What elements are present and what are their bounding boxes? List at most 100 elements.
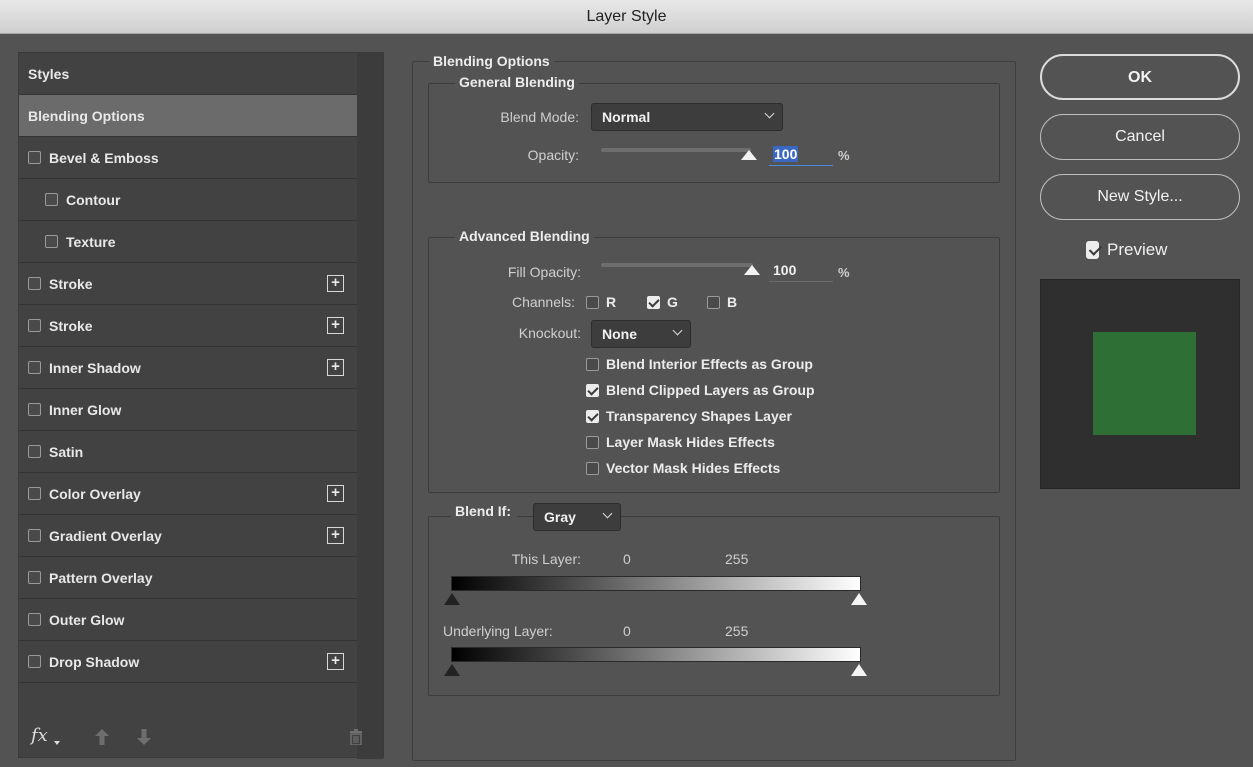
trash-icon[interactable]	[349, 729, 363, 745]
option-checkbox[interactable]: Blend Clipped Layers as Group	[586, 382, 815, 398]
style-item-label: Drop Shadow	[49, 653, 140, 670]
add-effect-icon[interactable]: +	[327, 359, 344, 376]
underlying-layer-max: 255	[725, 623, 749, 639]
blend-mode-value: Normal	[602, 109, 651, 125]
style-item-texture[interactable]: Texture	[19, 221, 359, 263]
channel-g-checkbox[interactable]: G	[647, 294, 678, 310]
style-item-stroke[interactable]: Stroke +	[19, 263, 359, 305]
style-item-label: Color Overlay	[49, 485, 141, 502]
opacity-slider-handle[interactable]	[741, 150, 757, 160]
style-item-contour[interactable]: Contour	[19, 179, 359, 221]
advanced-blending-title: Advanced Blending	[455, 228, 594, 244]
blend-mode-select[interactable]: Normal	[591, 103, 783, 131]
option-label: Vector Mask Hides Effects	[606, 460, 781, 476]
style-item-label: Texture	[66, 233, 116, 250]
style-checkbox[interactable]	[28, 361, 41, 374]
blending-options-panel: Blending Options General Blending Blend …	[412, 53, 1016, 761]
opacity-input[interactable]: 100	[769, 144, 833, 166]
style-item-inner-shadow[interactable]: Inner Shadow +	[19, 347, 359, 389]
option-check-box[interactable]	[586, 383, 599, 397]
fill-opacity-slider[interactable]	[601, 263, 753, 267]
fill-opacity-input[interactable]: 100	[769, 260, 833, 282]
option-checkbox[interactable]: Blend Interior Effects as Group	[586, 356, 813, 372]
style-checkbox[interactable]	[28, 277, 41, 290]
ok-button[interactable]: OK	[1040, 54, 1240, 100]
channel-b-box[interactable]	[707, 295, 720, 309]
layer-style-dialog: Styles Blending Options Bevel & Emboss Cont…	[0, 34, 1253, 767]
option-check-box[interactable]	[586, 435, 599, 449]
channel-r-box[interactable]	[586, 295, 599, 309]
opacity-slider[interactable]	[601, 148, 751, 152]
style-item-outer-glow[interactable]: Outer Glow	[19, 599, 359, 641]
knockout-select[interactable]: None	[591, 320, 691, 348]
styles-scrollbar[interactable]	[357, 53, 383, 759]
option-check-box[interactable]	[586, 461, 599, 475]
blend-if-select[interactable]: Gray	[533, 503, 621, 531]
move-down-icon[interactable]	[137, 729, 151, 745]
new-style-button[interactable]: New Style...	[1040, 174, 1240, 220]
advanced-blending-group: Advanced Blending Fill Opacity: 100 % Ch…	[428, 228, 1000, 493]
style-item-blending-options[interactable]: Blending Options	[19, 95, 359, 137]
option-label: Layer Mask Hides Effects	[606, 434, 775, 450]
preview-thumbnail	[1040, 279, 1240, 489]
fill-opacity-slider-handle[interactable]	[744, 265, 760, 275]
underlying-layer-white-handle[interactable]	[851, 664, 867, 676]
channel-g-box[interactable]	[647, 295, 660, 309]
this-layer-black-handle[interactable]	[444, 593, 460, 605]
style-checkbox[interactable]	[45, 235, 58, 248]
underlying-layer-label: Underlying Layer:	[443, 623, 553, 639]
channel-b-checkbox[interactable]: B	[707, 294, 737, 310]
preview-checkbox[interactable]: Preview	[1086, 240, 1167, 260]
option-checkbox[interactable]: Transparency Shapes Layer	[586, 408, 792, 424]
styles-panel-footer: fx	[19, 713, 362, 759]
style-item-drop-shadow[interactable]: Drop Shadow +	[19, 641, 359, 683]
fx-menu-icon[interactable]: fx	[31, 725, 48, 746]
style-item-stroke[interactable]: Stroke +	[19, 305, 359, 347]
channel-r-label: R	[606, 294, 617, 310]
style-item-bevel-emboss[interactable]: Bevel & Emboss	[19, 137, 359, 179]
style-checkbox[interactable]	[28, 529, 41, 542]
this-layer-white-handle[interactable]	[851, 593, 867, 605]
style-checkbox[interactable]	[28, 151, 41, 164]
underlying-layer-black-handle[interactable]	[444, 664, 460, 676]
style-item-color-overlay[interactable]: Color Overlay +	[19, 473, 359, 515]
style-checkbox[interactable]	[28, 445, 41, 458]
style-item-label: Gradient Overlay	[49, 527, 162, 544]
style-checkbox[interactable]	[28, 613, 41, 626]
style-checkbox[interactable]	[28, 571, 41, 584]
option-check-box[interactable]	[586, 357, 599, 371]
styles-list: Styles Blending Options Bevel & Emboss Cont…	[19, 53, 359, 713]
style-checkbox[interactable]	[28, 487, 41, 500]
underlying-layer-min: 0	[623, 623, 631, 639]
style-checkbox[interactable]	[28, 319, 41, 332]
style-item-label: Outer Glow	[49, 611, 125, 628]
preview-check-box[interactable]	[1086, 241, 1099, 259]
styles-panel: Styles Blending Options Bevel & Emboss Cont…	[18, 52, 384, 759]
style-item-label: Bevel & Emboss	[49, 149, 159, 166]
style-checkbox[interactable]	[45, 193, 58, 206]
style-item-pattern-overlay[interactable]: Pattern Overlay	[19, 557, 359, 599]
style-item-inner-glow[interactable]: Inner Glow	[19, 389, 359, 431]
add-effect-icon[interactable]: +	[327, 317, 344, 334]
option-checkbox[interactable]: Layer Mask Hides Effects	[586, 434, 775, 450]
option-check-box[interactable]	[586, 409, 599, 423]
style-item-satin[interactable]: Satin	[19, 431, 359, 473]
add-effect-icon[interactable]: +	[327, 653, 344, 670]
channel-r-checkbox[interactable]: R	[586, 294, 616, 310]
style-checkbox[interactable]	[28, 655, 41, 668]
general-blending-group: General Blending Blend Mode: Normal Opac…	[428, 74, 1000, 183]
this-layer-max: 255	[725, 551, 749, 567]
title-bar: Layer Style	[0, 0, 1253, 34]
style-checkbox[interactable]	[28, 403, 41, 416]
option-label: Blend Interior Effects as Group	[606, 356, 813, 372]
preview-swatch	[1093, 332, 1196, 435]
add-effect-icon[interactable]: +	[327, 527, 344, 544]
add-effect-icon[interactable]: +	[327, 275, 344, 292]
add-effect-icon[interactable]: +	[327, 485, 344, 502]
chevron-down-icon	[672, 325, 683, 336]
option-checkbox[interactable]: Vector Mask Hides Effects	[586, 460, 780, 476]
style-item-styles[interactable]: Styles	[19, 53, 359, 95]
move-up-icon[interactable]	[95, 729, 109, 745]
cancel-button[interactable]: Cancel	[1040, 114, 1240, 160]
style-item-gradient-overlay[interactable]: Gradient Overlay +	[19, 515, 359, 557]
